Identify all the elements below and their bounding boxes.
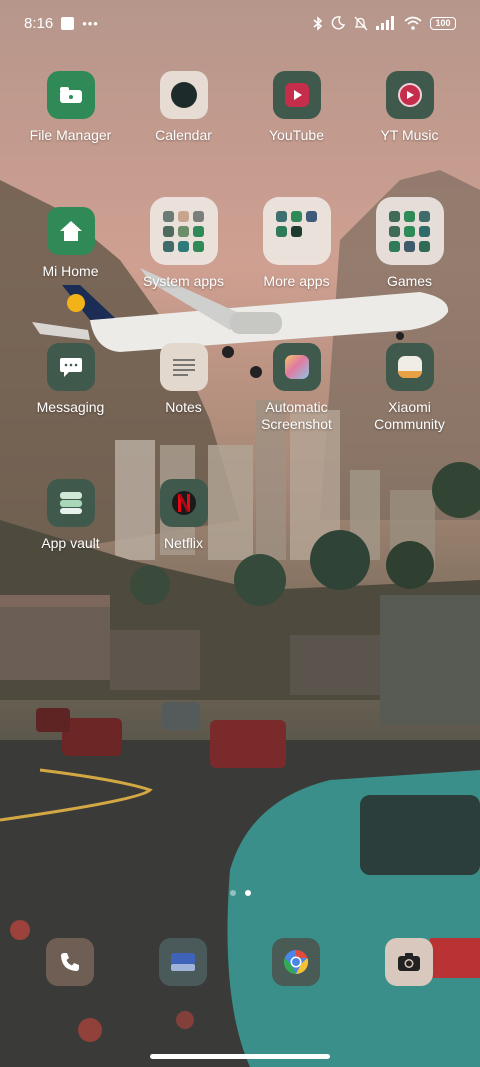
app-label: File Manager <box>29 127 112 143</box>
app-automatic-screenshot[interactable]: Automatic Screenshot <box>240 343 353 433</box>
app-label: App vault <box>41 535 100 551</box>
home-gesture-bar[interactable] <box>150 1054 330 1059</box>
app-notes[interactable]: Notes <box>127 343 240 416</box>
app-label: Netflix <box>164 535 203 551</box>
folder-grid-icon <box>149 197 218 265</box>
dock-chrome[interactable] <box>272 938 320 986</box>
app-file-manager[interactable]: File Manager <box>14 71 127 144</box>
camera-icon <box>398 953 420 971</box>
youtube-play-icon <box>272 71 321 119</box>
app-mi-home[interactable]: Mi Home <box>14 207 127 280</box>
chrome-icon <box>283 949 309 975</box>
app-messaging[interactable]: Messaging <box>14 343 127 416</box>
folder-icon <box>46 71 95 119</box>
app-calendar[interactable]: Calendar <box>127 71 240 144</box>
dock-phone[interactable] <box>46 938 94 986</box>
page-dot[interactable] <box>229 890 236 896</box>
dock-camera[interactable] <box>385 938 433 986</box>
blue-card-icon <box>171 953 195 971</box>
dock-files[interactable] <box>159 938 207 986</box>
chat-bubble-icon <box>46 343 95 391</box>
notes-lines-icon <box>159 343 208 391</box>
phone-icon <box>61 953 79 971</box>
app-app-vault[interactable]: App vault <box>14 479 127 552</box>
folder-more-apps[interactable]: More apps <box>240 197 353 290</box>
folder-grid-icon <box>262 197 331 265</box>
app-xiaomi-community[interactable]: Xiaomi Community <box>353 343 466 433</box>
app-label: Messaging <box>36 399 105 415</box>
community-icon <box>385 343 434 391</box>
gradient-square-icon <box>272 343 321 391</box>
app-youtube[interactable]: YouTube <box>240 71 353 144</box>
app-label: Games <box>386 273 433 289</box>
music-play-icon <box>385 71 434 119</box>
app-label: Xiaomi Community <box>374 399 445 432</box>
page-indicator[interactable] <box>0 890 480 896</box>
app-label: YT Music <box>380 127 439 143</box>
stack-icon <box>46 479 95 527</box>
app-label: More apps <box>263 273 330 289</box>
app-label: Calendar <box>155 127 212 143</box>
app-netflix[interactable]: Netflix <box>127 479 240 552</box>
folder-games[interactable]: Games <box>353 197 466 290</box>
app-label: Automatic Screenshot <box>261 399 332 432</box>
app-label: Mi Home <box>42 263 99 279</box>
app-label: System apps <box>143 273 224 289</box>
app-yt-music[interactable]: YT Music <box>353 71 466 144</box>
page-dot-active[interactable] <box>244 890 251 896</box>
folder-grid-icon <box>375 197 444 265</box>
app-label: YouTube <box>268 127 324 143</box>
app-label: Notes <box>165 399 202 415</box>
app-grid: File Manager Calendar YouTube YT Music M… <box>0 0 480 600</box>
calendar-icon <box>159 71 208 119</box>
home-icon <box>46 207 95 255</box>
netflix-n-icon <box>159 479 208 527</box>
folder-system-apps[interactable]: System apps <box>127 197 240 290</box>
